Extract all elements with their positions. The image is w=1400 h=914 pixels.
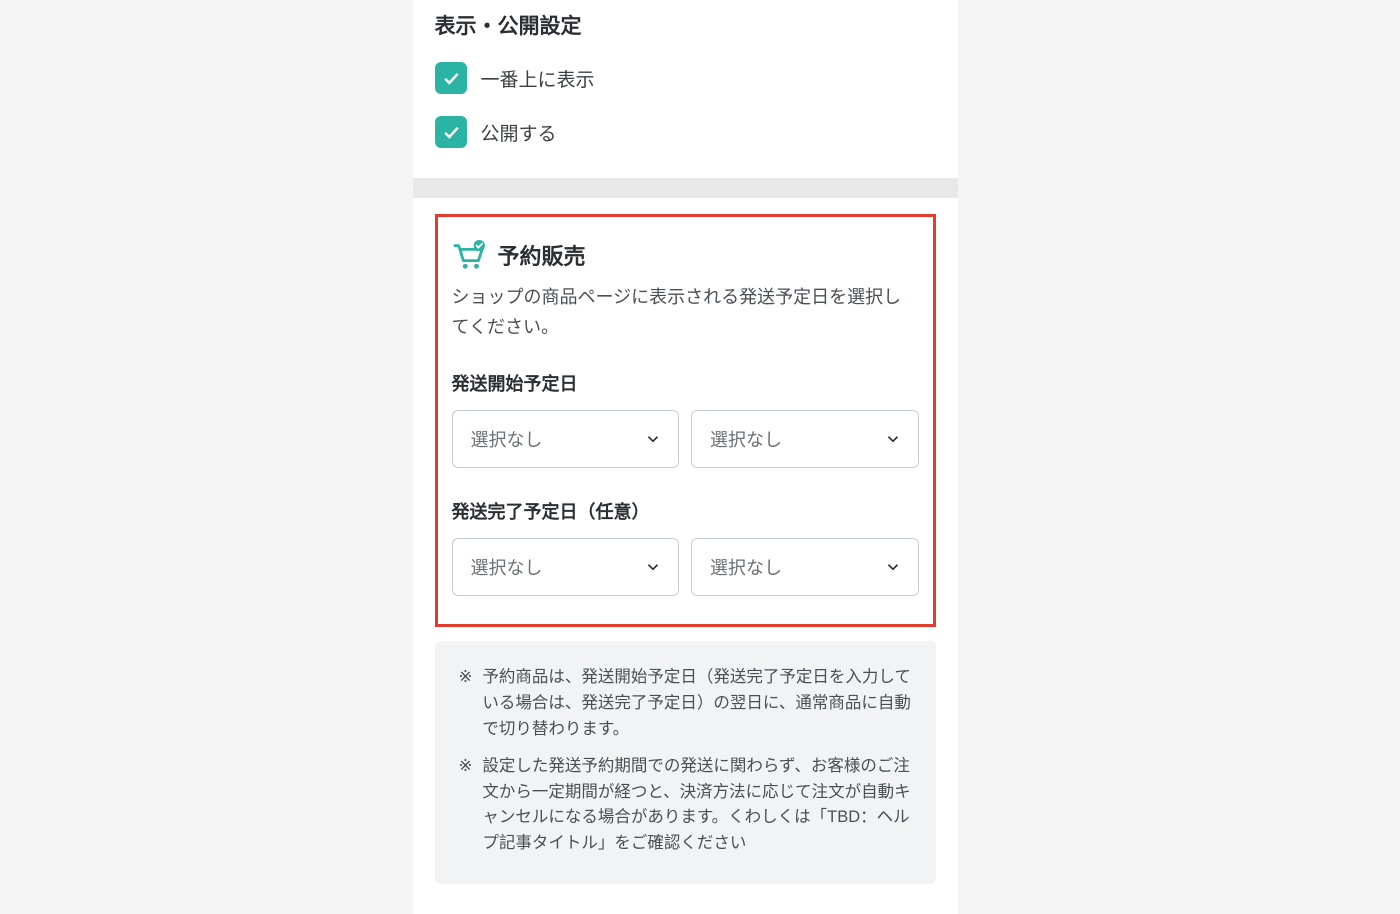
start-date-select-2[interactable]: 選択なし bbox=[691, 410, 919, 468]
end-date-select-row: 選択なし 選択なし bbox=[452, 538, 919, 596]
end-date-select-2[interactable]: 選択なし bbox=[691, 538, 919, 596]
preorder-header: 予約販売 bbox=[452, 239, 919, 271]
display-settings-title: 表示・公開設定 bbox=[435, 0, 936, 40]
note-row: ※ 予約商品は、発送開始予定日（発送完了予定日を入力している場合は、発送完了予定… bbox=[459, 665, 912, 742]
end-date-select-1[interactable]: 選択なし bbox=[452, 538, 680, 596]
checkbox-publish[interactable] bbox=[435, 116, 467, 148]
note-text-1: 予約商品は、発送開始予定日（発送完了予定日を入力している場合は、発送完了予定日）… bbox=[482, 665, 911, 742]
note-marker: ※ bbox=[459, 665, 473, 742]
select-value: 選択なし bbox=[710, 426, 782, 452]
chevron-down-icon bbox=[884, 430, 902, 448]
start-date-select-1[interactable]: 選択なし bbox=[452, 410, 680, 468]
preorder-highlight-box: 予約販売 ショップの商品ページに表示される発送予定日を選択してください。 発送開… bbox=[435, 214, 936, 627]
display-settings-panel: 表示・公開設定 一番上に表示 公開する bbox=[413, 0, 958, 178]
start-date-select-row: 選択なし 選択なし bbox=[452, 410, 919, 468]
checkbox-row-top[interactable]: 一番上に表示 bbox=[435, 62, 936, 94]
chevron-down-icon bbox=[644, 558, 662, 576]
select-value: 選択なし bbox=[471, 426, 543, 452]
preorder-title: 予約販売 bbox=[498, 239, 586, 271]
select-value: 選択なし bbox=[471, 554, 543, 580]
note-marker: ※ bbox=[459, 754, 473, 856]
preorder-description: ショップの商品ページに表示される発送予定日を選択してください。 bbox=[452, 283, 919, 342]
end-date-label: 発送完了予定日（任意） bbox=[452, 498, 919, 524]
checkbox-show-top-label: 一番上に表示 bbox=[481, 65, 595, 92]
preorder-notes-box: ※ 予約商品は、発送開始予定日（発送完了予定日を入力している場合は、発送完了予定… bbox=[435, 641, 936, 884]
checkbox-row-publish[interactable]: 公開する bbox=[435, 116, 936, 148]
chevron-down-icon bbox=[644, 430, 662, 448]
preorder-panel: 予約販売 ショップの商品ページに表示される発送予定日を選択してください。 発送開… bbox=[413, 198, 958, 914]
start-date-label: 発送開始予定日 bbox=[452, 370, 919, 396]
checkbox-publish-label: 公開する bbox=[481, 119, 557, 146]
cart-check-icon bbox=[452, 240, 486, 270]
check-icon bbox=[441, 122, 461, 142]
note-row: ※ 設定した発送予約期間での発送に関わらず、お客様のご注文から一定期間が経つと、… bbox=[459, 754, 912, 856]
select-value: 選択なし bbox=[710, 554, 782, 580]
checkbox-show-top[interactable] bbox=[435, 62, 467, 94]
section-divider bbox=[413, 178, 958, 198]
check-icon bbox=[441, 68, 461, 88]
chevron-down-icon bbox=[884, 558, 902, 576]
note-text-2: 設定した発送予約期間での発送に関わらず、お客様のご注文から一定期間が経つと、決済… bbox=[482, 754, 911, 856]
